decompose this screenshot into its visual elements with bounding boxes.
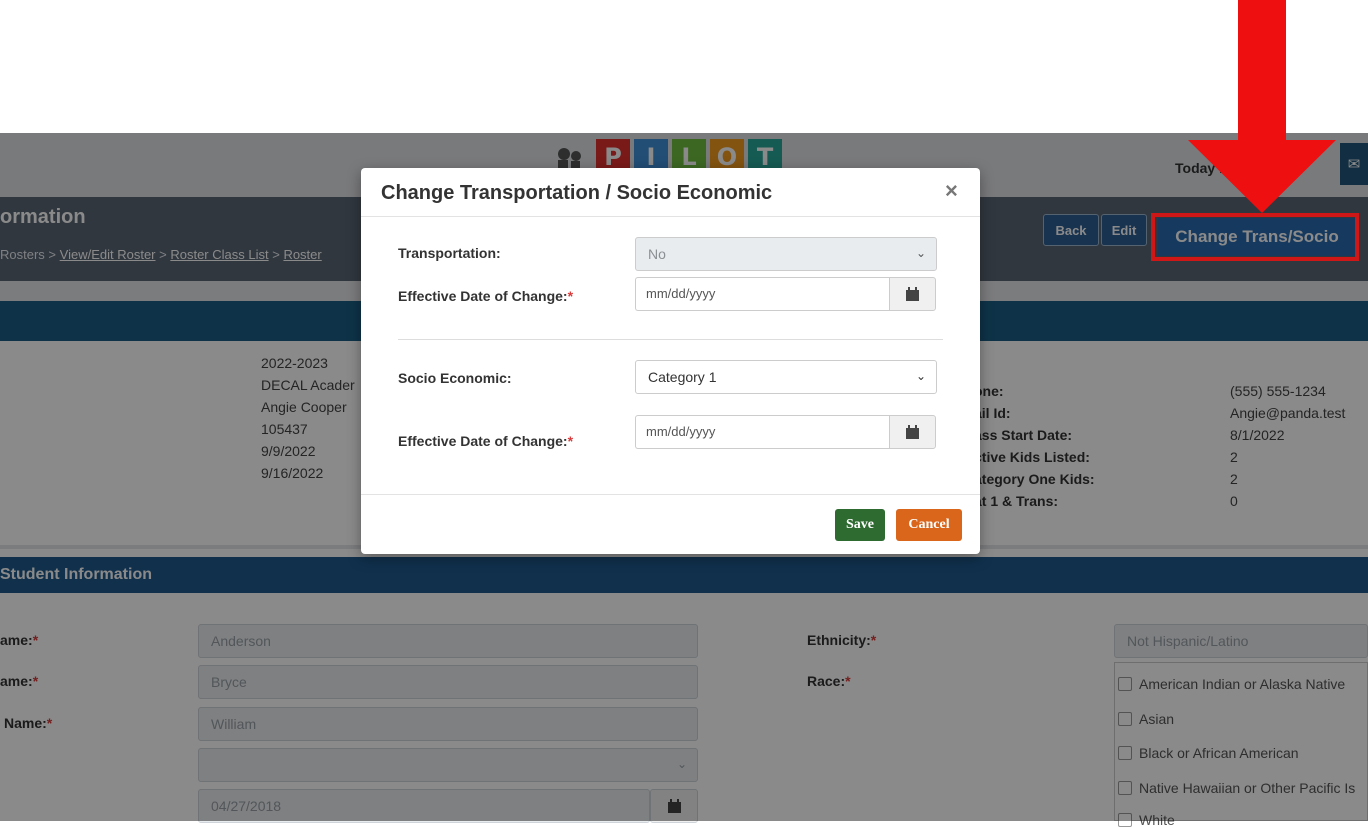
calendar-icon (906, 425, 919, 439)
chevron-down-icon: ⌄ (915, 369, 926, 383)
chevron-down-icon: ⌄ (915, 246, 926, 260)
transportation-value: No (648, 246, 666, 262)
close-icon[interactable]: × (945, 178, 958, 204)
socio-calendar-button[interactable] (889, 415, 936, 449)
dialog-header-divider (361, 216, 980, 217)
socio-date-input[interactable]: mm/dd/yyyy (635, 415, 889, 449)
dialog-footer-divider (361, 494, 980, 495)
section-divider (398, 339, 943, 340)
cancel-button[interactable]: Cancel (896, 509, 962, 541)
save-button[interactable]: Save (835, 509, 885, 541)
transportation-date-picker: mm/dd/yyyy (635, 277, 936, 311)
transportation-label: Transportation: (398, 245, 501, 261)
socio-economic-label: Socio Economic: (398, 370, 512, 386)
transportation-date-input[interactable]: mm/dd/yyyy (635, 277, 889, 311)
effective-date-label-2: Effective Date of Change:* (398, 433, 574, 449)
socio-economic-select[interactable]: Category 1 ⌄ (635, 360, 937, 394)
transportation-calendar-button[interactable] (889, 277, 936, 311)
change-trans-socio-dialog: Change Transportation / Socio Economic ×… (361, 168, 980, 554)
highlight-box (1151, 213, 1359, 261)
transportation-select[interactable]: No ⌄ (635, 237, 937, 271)
socio-date-picker: mm/dd/yyyy (635, 415, 936, 449)
red-arrow-icon (1188, 0, 1336, 213)
effective-date-label-1: Effective Date of Change:* (398, 288, 574, 304)
calendar-icon (906, 287, 919, 301)
dialog-title: Change Transportation / Socio Economic (381, 182, 773, 204)
socio-economic-value: Category 1 (648, 369, 717, 385)
